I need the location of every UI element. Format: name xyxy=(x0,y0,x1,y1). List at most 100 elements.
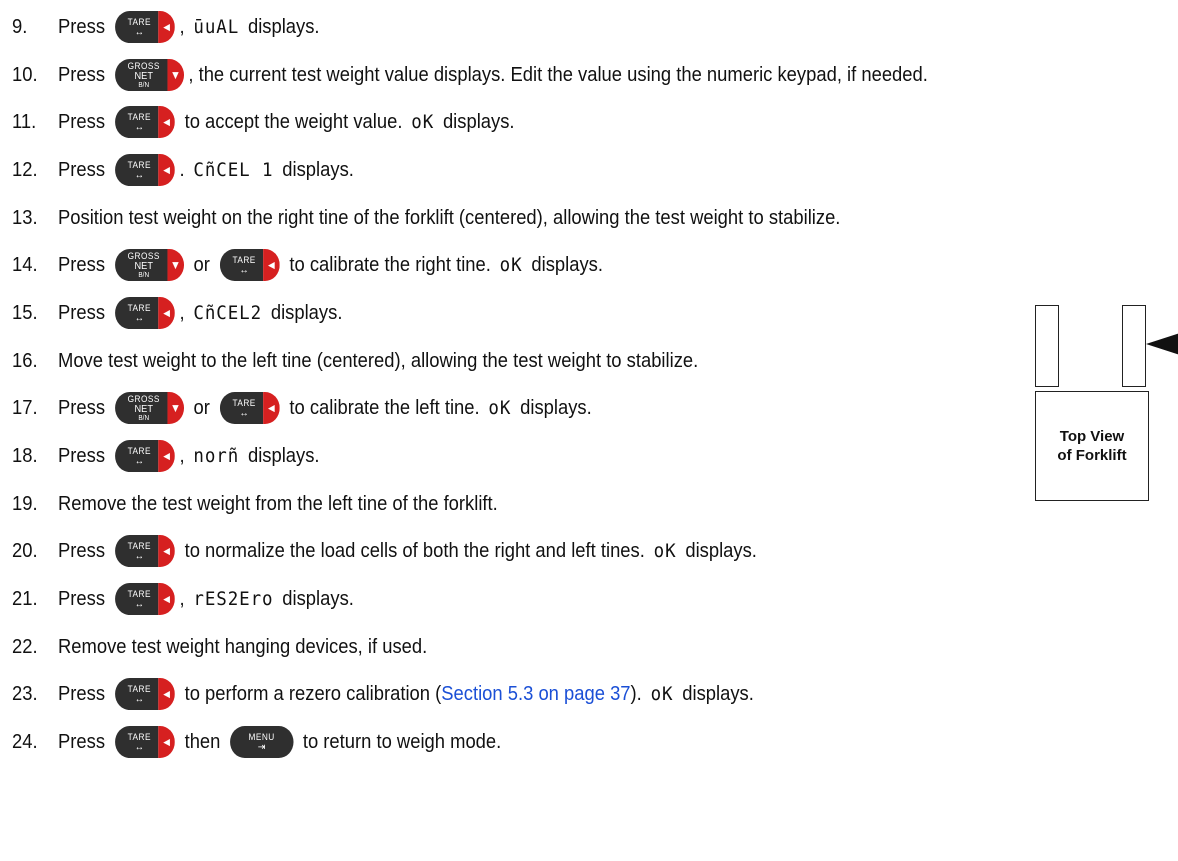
tare-key-button[interactable]: TARE ↔ ◄ xyxy=(114,535,175,567)
step-text: ). xyxy=(630,682,647,705)
step-text: Remove the test weight from the left tin… xyxy=(58,492,498,515)
step-text: Press xyxy=(58,158,111,181)
step-number: 18. xyxy=(12,444,38,467)
step-text: Press xyxy=(58,253,111,276)
step-text: , xyxy=(179,587,190,610)
step-text: displays. xyxy=(277,587,354,610)
gross-key-button[interactable]: GROSS NET B/N ▼ xyxy=(114,59,184,91)
tare-key-button[interactable]: TARE ↔ ◄ xyxy=(219,392,280,424)
step-text: Press xyxy=(58,63,111,86)
step-text: displays. xyxy=(277,158,354,181)
step-number: 11. xyxy=(12,110,37,133)
step-text: Press xyxy=(58,110,111,133)
step-text: displays. xyxy=(677,682,754,705)
step-text: Press xyxy=(58,15,111,38)
tare-key-cap-icon: ◄ xyxy=(158,583,175,615)
section-link[interactable]: Section 5.3 on page 37 xyxy=(441,683,630,706)
tare-key-cap-icon: ◄ xyxy=(158,678,175,710)
step-text: displays. xyxy=(242,444,320,467)
tare-key-button[interactable]: TARE ↔ ◄ xyxy=(114,297,175,329)
step-text: Press xyxy=(58,396,111,419)
step-text: to normalize the load cells of both the … xyxy=(179,539,650,562)
menu-key-button[interactable]: MENU ⇥ xyxy=(230,726,294,758)
tare-key-cap-icon: ◄ xyxy=(158,440,175,472)
step-number: 23. xyxy=(12,682,38,705)
step-item: 15. Press TARE ↔ ◄, CñCEL2 displays. xyxy=(12,293,342,333)
step-text: , xyxy=(179,301,190,324)
tare-key-button[interactable]: TARE ↔ ◄ xyxy=(114,726,175,758)
forklift-body: Top View of Forklift xyxy=(1035,391,1149,501)
tare-key-button[interactable]: TARE ↔ ◄ xyxy=(114,678,175,710)
step-text: or xyxy=(188,253,215,276)
tare-key-cap-icon: ◄ xyxy=(158,106,175,138)
gross-key-cap-icon: ▼ xyxy=(167,249,184,281)
tare-key-button[interactable]: TARE ↔ ◄ xyxy=(114,106,175,138)
step-text: . xyxy=(179,158,190,181)
step-text: to perform a rezero calibration ( xyxy=(179,682,442,705)
step-number: 9. xyxy=(12,15,28,38)
display-readout: oK xyxy=(411,111,435,133)
step-number: 14. xyxy=(12,253,38,276)
display-readout: oK xyxy=(488,397,512,419)
diagram-label-line1: Top View xyxy=(1059,428,1125,445)
step-item: 10. Press GROSS NET B/N ▼, the current test … xyxy=(12,55,928,95)
display-readout: CñCEL2 xyxy=(193,302,263,324)
step-text: Press xyxy=(58,301,111,324)
step-item: 18. Press TARE ↔ ◄, norñ displays. xyxy=(12,436,320,476)
tare-key-button[interactable]: TARE ↔ ◄ xyxy=(114,440,175,472)
step-item: 16. Move test weight to the left tine (ce… xyxy=(12,341,698,381)
step-item: 24. Press TARE ↔ ◄ then MENU ⇥ to return to … xyxy=(12,722,501,762)
step-text: Press xyxy=(58,682,111,705)
tare-key-cap-icon: ◄ xyxy=(158,297,175,329)
step-number: 16. xyxy=(12,349,38,372)
display-readout: CñCEL 1 xyxy=(193,159,274,181)
left-tine xyxy=(1035,305,1059,387)
step-text: displays. xyxy=(526,253,603,276)
diagram-label-line2: of Forklift xyxy=(1057,447,1127,464)
step-item: 12. Press TARE ↔ ◄. CñCEL 1 displays. xyxy=(12,150,354,190)
step-number: 12. xyxy=(12,158,38,181)
gross-key-cap-icon: ▼ xyxy=(167,392,184,424)
step-text: Position test weight on the right tine o… xyxy=(58,206,841,229)
step-text: Press xyxy=(58,730,111,753)
step-number: 10. xyxy=(12,63,38,86)
display-readout: norñ xyxy=(193,445,240,467)
right-tine xyxy=(1122,305,1146,387)
tare-key-button[interactable]: TARE ↔ ◄ xyxy=(114,11,175,43)
step-item: 22. Remove test weight hanging devices, i… xyxy=(12,627,427,667)
arrow-pointer-icon xyxy=(1146,333,1178,355)
display-readout: oK xyxy=(653,540,677,562)
step-item: 17. Press GROSS NET B/N ▼ or TARE ↔ ◄ to calib… xyxy=(12,388,592,428)
tare-key-cap-icon: ◄ xyxy=(158,726,175,758)
tare-key-button[interactable]: TARE ↔ ◄ xyxy=(219,249,280,281)
tare-key-cap-icon: ◄ xyxy=(263,249,280,281)
step-text: displays. xyxy=(242,15,320,38)
step-item: 21. Press TARE ↔ ◄, rES2Ero displays. xyxy=(12,579,354,619)
step-number: 22. xyxy=(12,635,38,658)
step-number: 24. xyxy=(12,730,38,753)
step-item: 13. Position test weight on the right tin… xyxy=(12,198,840,238)
tare-key-cap-icon: ◄ xyxy=(158,154,175,186)
step-text: Press xyxy=(58,539,111,562)
step-text: or xyxy=(188,396,215,419)
step-item: 23. Press TARE ↔ ◄ to perform a rezero cali… xyxy=(12,674,754,714)
tare-key-cap-icon: ◄ xyxy=(158,535,175,567)
tare-key-button[interactable]: TARE ↔ ◄ xyxy=(114,154,175,186)
tare-key-button[interactable]: TARE ↔ ◄ xyxy=(114,583,175,615)
step-number: 13. xyxy=(12,206,38,229)
gross-key-button[interactable]: GROSS NET B/N ▼ xyxy=(114,392,184,424)
step-item: 20. Press TARE ↔ ◄ to normalize the load ce… xyxy=(12,531,757,571)
step-number: 19. xyxy=(12,492,38,515)
step-number: 21. xyxy=(12,587,38,610)
step-text: Remove test weight hanging devices, if u… xyxy=(58,635,428,658)
step-text: Press xyxy=(58,444,111,467)
gross-key-button[interactable]: GROSS NET B/N ▼ xyxy=(114,249,184,281)
step-text: , xyxy=(179,15,190,38)
step-item: 19. Remove the test weight from the left … xyxy=(12,484,498,524)
step-text: to calibrate the left tine. xyxy=(284,396,485,419)
step-text: displays. xyxy=(437,110,515,133)
step-text: displays. xyxy=(265,301,343,324)
step-number: 17. xyxy=(12,396,38,419)
step-number: 15. xyxy=(12,301,38,324)
step-text: to accept the weight value. xyxy=(179,110,408,133)
